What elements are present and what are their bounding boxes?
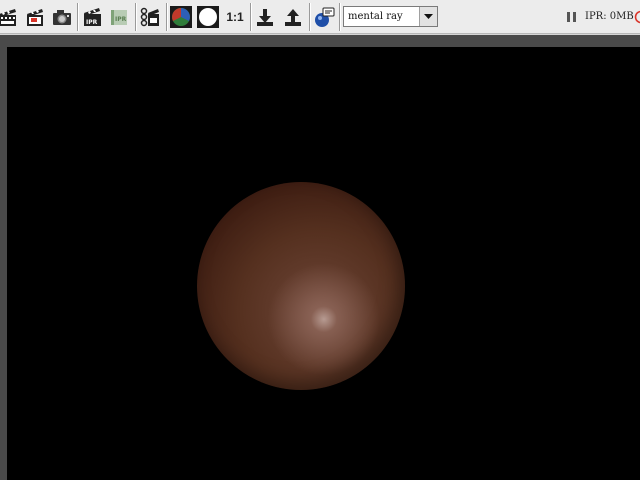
pause-icon[interactable]: [567, 12, 576, 22]
toolbar-separator: [135, 3, 137, 31]
render-view-window: IPR IPR 1:1 mental ray IPR: 0MB: [0, 0, 640, 480]
svg-text:IPR: IPR: [115, 16, 127, 23]
toolbar-separator: [250, 3, 252, 31]
keep-image-icon[interactable]: [254, 6, 276, 28]
snapshot-camera-icon[interactable]: [51, 6, 73, 28]
svg-text:IPR: IPR: [86, 19, 98, 26]
ipr-refresh-icon[interactable]: IPR: [108, 6, 130, 28]
ipr-memory-status: IPR: 0MB: [585, 11, 634, 22]
toolbar-separator: [77, 3, 79, 31]
renderer-select-value: mental ray: [348, 11, 403, 22]
chevron-down-icon[interactable]: [419, 7, 437, 26]
render-region-icon[interactable]: [24, 6, 46, 28]
real-size-button[interactable]: 1:1: [222, 6, 248, 28]
rendered-sphere: [197, 182, 405, 390]
display-render-info-icon[interactable]: [313, 6, 335, 28]
render-viewport[interactable]: [7, 47, 640, 480]
render-settings-icon[interactable]: [139, 6, 161, 28]
remove-image-icon[interactable]: [282, 6, 304, 28]
ipr-render-icon[interactable]: IPR: [81, 6, 103, 28]
render-toolbar: IPR IPR 1:1 mental ray IPR: 0MB: [0, 0, 640, 34]
toolbar-separator: [339, 3, 341, 31]
ipr-stop-icon[interactable]: [634, 10, 640, 24]
renderer-select[interactable]: mental ray: [343, 6, 438, 27]
toolbar-separator: [309, 3, 311, 31]
render-clapper-icon[interactable]: [0, 6, 18, 28]
rgb-channel-icon[interactable]: [170, 6, 192, 28]
toolbar-separator: [166, 3, 168, 31]
alpha-channel-icon[interactable]: [197, 6, 219, 28]
